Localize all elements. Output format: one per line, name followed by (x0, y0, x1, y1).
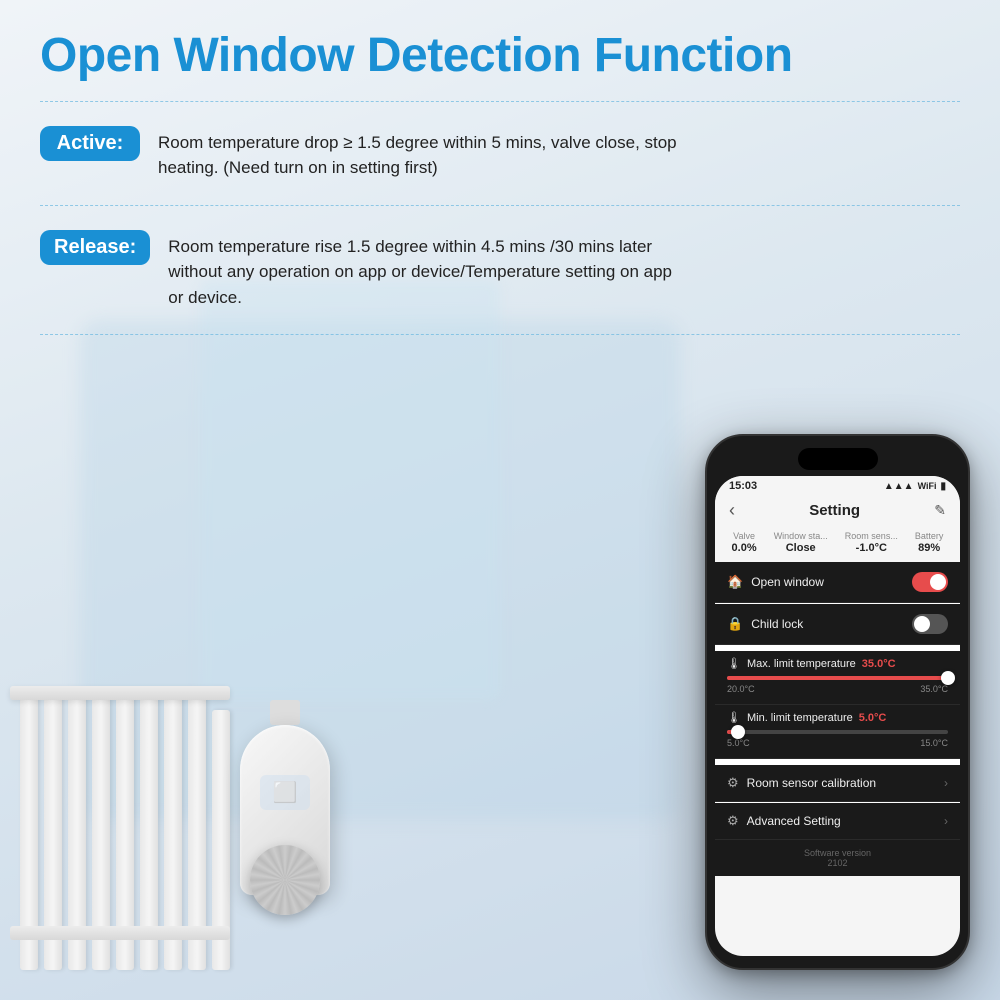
advanced-icon: ⚙ (727, 813, 739, 829)
advanced-setting[interactable]: ⚙ Advanced Setting › (715, 803, 960, 840)
room-sensor-chevron: › (944, 776, 948, 790)
max-temp-label: Max. limit temperature (747, 658, 856, 670)
app-header: ‹ Setting ✎ (715, 496, 960, 527)
toggle-knob (930, 574, 946, 590)
release-badge: Release: (40, 230, 150, 265)
valve-value: 0.0% (732, 542, 757, 554)
room-sensor-label-row: ⚙ Room sensor calibration (727, 775, 876, 791)
edit-button[interactable]: ✎ (934, 502, 946, 519)
child-lock-icon: 🔒 (727, 616, 743, 632)
max-temp-header: 🌡 Max. limit temperature 35.0°C (727, 657, 948, 670)
min-temp-slider[interactable] (727, 730, 948, 734)
open-window-toggle[interactable] (912, 572, 948, 592)
max-temp-min: 20.0°C (727, 684, 755, 694)
wifi-icon: WiFi (918, 481, 937, 491)
sensor-label: Room sens... (845, 531, 898, 541)
room-sensor-icon: ⚙ (727, 775, 739, 791)
release-row: Release: Room temperature rise 1.5 degre… (40, 216, 960, 325)
active-row: Active: Room temperature drop ≥ 1.5 degr… (40, 112, 960, 195)
max-temp-section: 🌡 Max. limit temperature 35.0°C 20.0°C 3… (715, 651, 960, 705)
time-display: 15:03 (729, 480, 757, 492)
window-value: Close (786, 542, 816, 554)
valve-label: Valve (733, 531, 755, 541)
min-temp-labels: 5.0°C 15.0°C (727, 738, 948, 748)
min-temp-label: Min. limit temperature (747, 712, 853, 724)
window-label: Window sta... (774, 531, 828, 541)
battery-label: Battery (915, 531, 944, 541)
max-temp-value: 35.0°C (862, 658, 896, 670)
room-sensor-setting[interactable]: ⚙ Room sensor calibration › (715, 765, 960, 802)
software-version-section: Software version 2102 (715, 840, 960, 876)
min-temp-thumb[interactable] (731, 725, 745, 739)
max-temp-max: 35.0°C (920, 684, 948, 694)
child-lock-setting[interactable]: 🔒 Child lock (715, 604, 960, 645)
phone-screen: 15:03 ▲▲▲ WiFi ▮ ‹ Setting ✎ Valve 0.0% (715, 476, 960, 956)
max-temp-fill (727, 676, 948, 680)
stats-row: Valve 0.0% Window sta... Close Room sens… (715, 527, 960, 562)
software-version-value: 2102 (723, 858, 952, 868)
battery-value: 89% (918, 542, 940, 554)
open-window-icon: 🏠 (727, 574, 743, 590)
open-window-label-row: 🏠 Open window (727, 574, 824, 590)
page-title: Open Window Detection Function (40, 30, 960, 83)
min-temp-section: 🌡 Min. limit temperature 5.0°C 5.0°C 15.… (715, 705, 960, 759)
back-button[interactable]: ‹ (729, 500, 735, 521)
valve-stat: Valve 0.0% (732, 531, 757, 554)
software-version-label: Software version (723, 848, 952, 858)
status-icons: ▲▲▲ WiFi ▮ (884, 481, 946, 492)
open-window-label: Open window (751, 575, 824, 589)
room-sensor-label: Room sensor calibration (747, 776, 876, 790)
sensor-stat: Room sens... -1.0°C (845, 531, 898, 554)
sensor-value: -1.0°C (856, 542, 887, 554)
divider-middle (40, 205, 960, 206)
battery-icon: ▮ (940, 481, 946, 492)
dynamic-island (798, 448, 878, 470)
settings-list: 🏠 Open window 🔒 Child lock (715, 562, 960, 876)
window-stat: Window sta... Close (774, 531, 828, 554)
divider-top (40, 101, 960, 102)
max-temp-thumb[interactable] (941, 671, 955, 685)
min-temp-header: 🌡 Min. limit temperature 5.0°C (727, 711, 948, 724)
advanced-label: Advanced Setting (747, 814, 841, 828)
phone-frame: 15:03 ▲▲▲ WiFi ▮ ‹ Setting ✎ Valve 0.0% (705, 434, 970, 970)
child-lock-label: Child lock (751, 617, 803, 631)
min-temp-max: 15.0°C (920, 738, 948, 748)
advanced-chevron: › (944, 814, 948, 828)
child-lock-label-row: 🔒 Child lock (727, 616, 803, 632)
max-temp-labels: 20.0°C 35.0°C (727, 684, 948, 694)
active-description: Room temperature drop ≥ 1.5 degree withi… (158, 126, 678, 181)
signal-icon: ▲▲▲ (884, 481, 914, 492)
open-window-setting[interactable]: 🏠 Open window (715, 562, 960, 603)
min-temp-min: 5.0°C (727, 738, 750, 748)
toggle-knob-2 (914, 616, 930, 632)
app-title: Setting (809, 502, 860, 519)
min-temp-value: 5.0°C (859, 712, 887, 724)
child-lock-toggle[interactable] (912, 614, 948, 634)
battery-stat: Battery 89% (915, 531, 944, 554)
active-badge: Active: (40, 126, 140, 161)
status-bar: 15:03 ▲▲▲ WiFi ▮ (715, 476, 960, 496)
divider-bottom (40, 334, 960, 335)
phone-mockup: 15:03 ▲▲▲ WiFi ▮ ‹ Setting ✎ Valve 0.0% (705, 434, 970, 970)
advanced-label-row: ⚙ Advanced Setting (727, 813, 841, 829)
release-description: Room temperature rise 1.5 degree within … (168, 230, 688, 311)
min-temp-icon: 🌡 (727, 711, 741, 724)
max-temp-slider[interactable] (727, 676, 948, 680)
max-temp-icon: 🌡 (727, 657, 741, 670)
